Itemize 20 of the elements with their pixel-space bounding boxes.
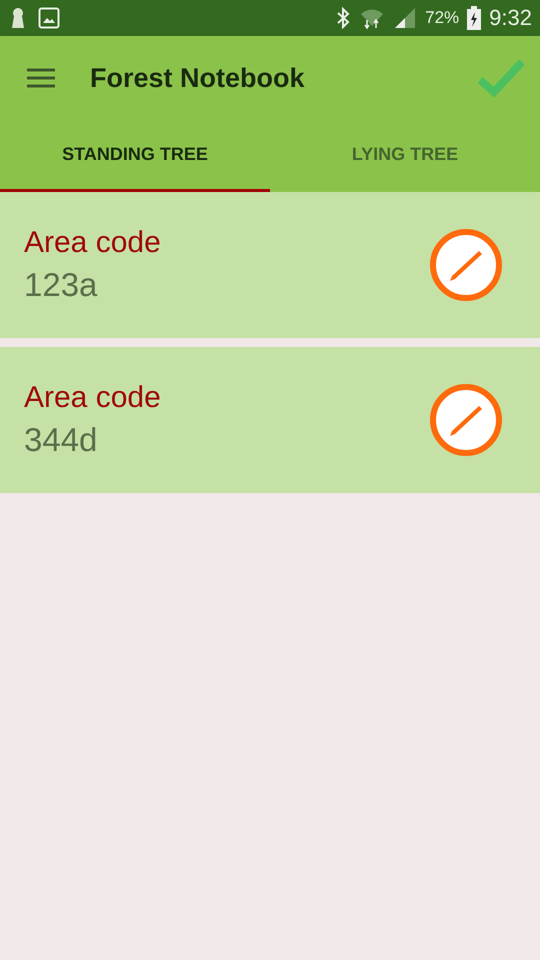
area-code-label: Area code <box>24 381 161 415</box>
pencil-icon <box>449 403 483 437</box>
clock-time: 9:32 <box>489 5 532 31</box>
app-title: Forest Notebook <box>90 62 306 94</box>
battery-percentage: 72% <box>425 8 460 28</box>
menu-icon <box>26 67 56 89</box>
tab[interactable]: LYING TREE <box>270 120 540 192</box>
signal-icon <box>393 7 418 29</box>
pencil-icon <box>449 248 483 282</box>
battery-icon <box>467 6 482 30</box>
area-code-value: 344d <box>24 421 98 459</box>
keyhole-icon <box>10 7 26 29</box>
area-code-value: 123a <box>24 266 98 304</box>
bluetooth-icon <box>335 7 352 29</box>
image-icon <box>38 7 60 29</box>
check-icon <box>478 58 524 98</box>
area-code-label: Area code <box>24 226 161 260</box>
menu-button[interactable] <box>26 67 56 89</box>
list-card[interactable]: Area code 123a <box>0 192 540 338</box>
list-card[interactable]: Area code 344d <box>0 347 540 493</box>
